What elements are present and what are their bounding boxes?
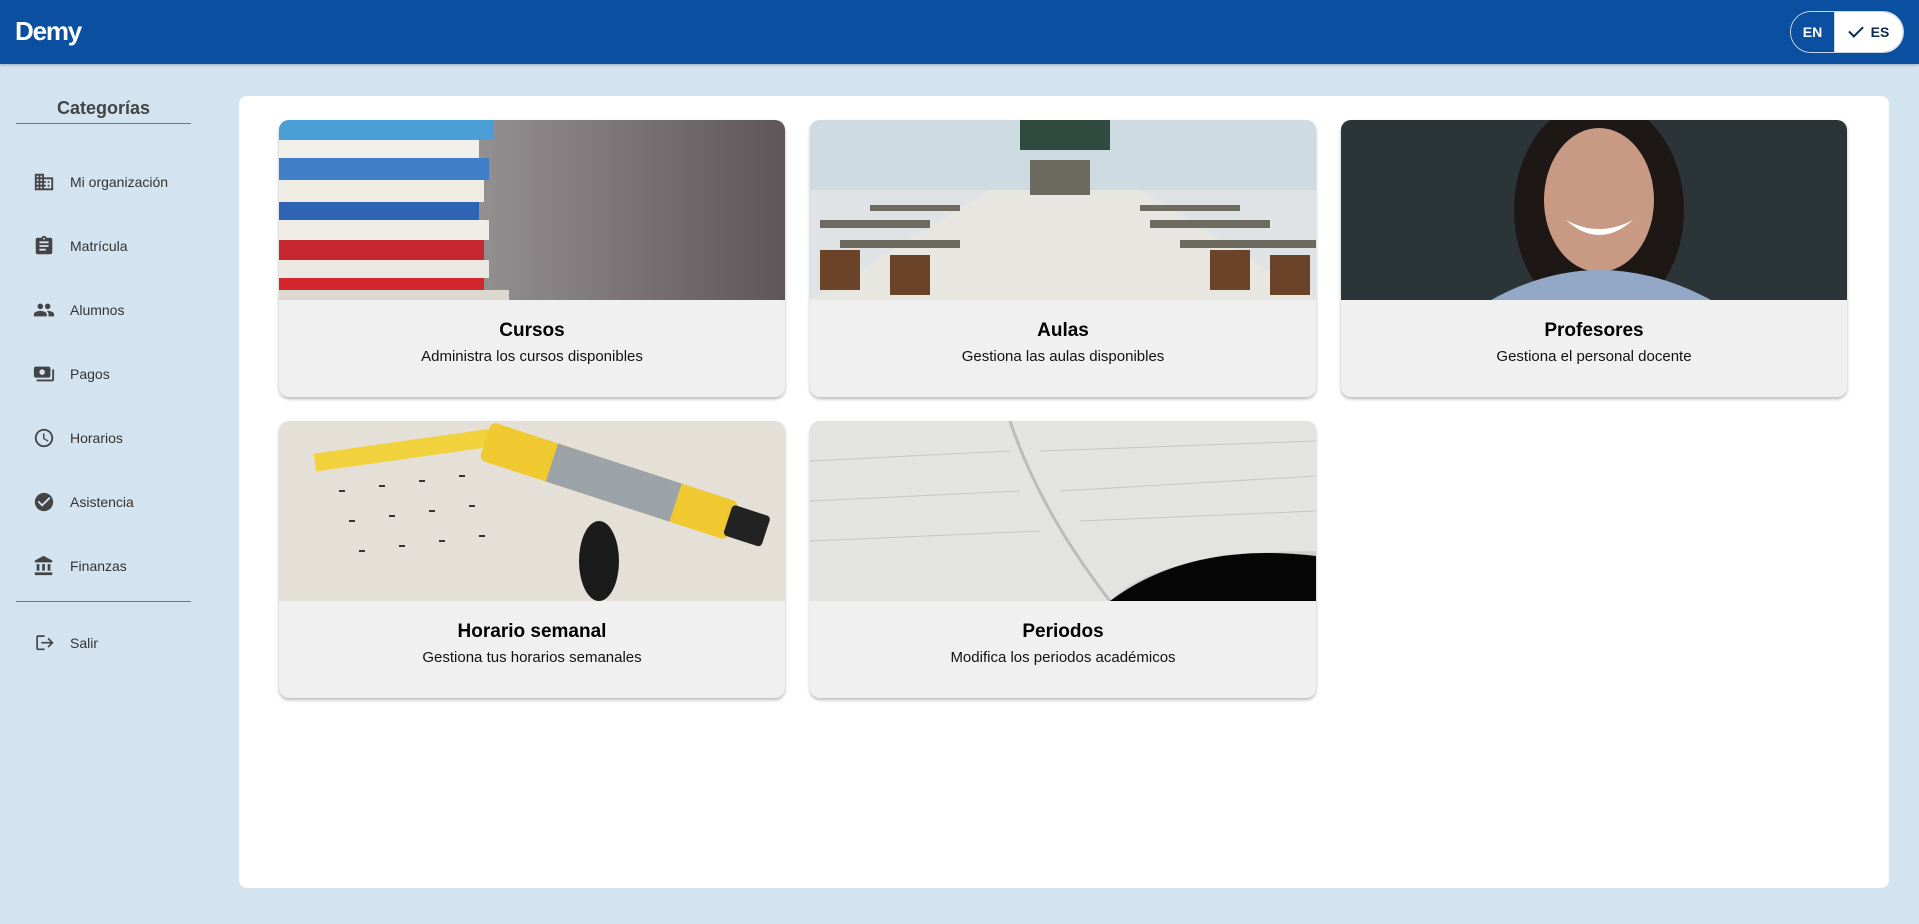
card-description: Gestiona las aulas disponibles [961,348,1165,365]
divider [16,123,191,124]
sidebar-item-label: Salir [70,635,99,651]
sidebar-item-pagos[interactable]: Pagos [32,354,202,394]
sidebar-item-label: Pagos [70,366,110,382]
clipboard-icon [32,234,56,258]
sidebar-title: Categorías [56,98,151,118]
language-es-button[interactable]: ES [1835,12,1903,52]
sidebar-item-matricula[interactable]: Matrícula [32,226,202,266]
sidebar-item-label: Finanzas [70,558,127,574]
sidebar-item-asistencia[interactable]: Asistencia [32,482,202,522]
sidebar-item-label: Matrícula [70,238,128,254]
top-app-bar: Demy EN ES [0,0,1919,64]
calendar-marker-image [279,421,785,601]
books-image [279,120,785,300]
sidebar-item-finanzas[interactable]: Finanzas [32,546,202,586]
clock-icon [32,426,56,450]
sidebar-item-salir[interactable]: Salir [32,623,202,663]
sidebar-item-alumnos[interactable]: Alumnos [32,290,202,330]
card-horario-semanal[interactable]: Horario semanal Gestiona tus horarios se… [279,421,785,698]
sidebar: Categorías Mi organización Matrícula Alu… [16,64,191,924]
check-icon [1847,22,1864,38]
people-icon [32,298,56,322]
main-content-panel: Cursos Administra los cursos disponibles [239,96,1889,888]
sidebar-item-label: Mi organización [70,174,169,190]
teacher-photo-image [1341,120,1847,300]
divider [16,601,191,602]
classroom-image [810,120,1316,300]
payments-icon [32,362,56,386]
card-profesores[interactable]: Profesores Gestiona el personal docente [1341,120,1847,397]
card-periodos[interactable]: Periodos Modifica los periodos académico… [810,421,1316,698]
card-aulas[interactable]: Aulas Gestiona las aulas disponibles [810,120,1316,397]
card-title: Periodos [1022,621,1104,642]
bank-icon [32,554,56,578]
sidebar-item-label: Horarios [70,430,123,446]
logout-icon [32,631,56,655]
planner-image [810,421,1316,601]
card-title: Horario semanal [457,621,607,642]
card-description: Gestiona el personal docente [1496,348,1692,365]
language-es-label: ES [1870,24,1890,40]
language-en-button[interactable]: EN [1791,12,1835,52]
check-circle-icon [32,490,56,514]
language-toggle: EN ES [1790,11,1904,53]
brand-logo[interactable]: Demy [15,16,82,47]
card-title: Cursos [499,320,565,341]
sidebar-item-label: Alumnos [70,302,125,318]
sidebar-item-horarios[interactable]: Horarios [32,418,202,458]
card-description: Administra los cursos disponibles [421,348,643,365]
sidebar-item-label: Asistencia [70,494,134,510]
card-description: Modifica los periodos académicos [950,649,1176,666]
card-title: Profesores [1544,320,1644,341]
card-cursos[interactable]: Cursos Administra los cursos disponibles [279,120,785,397]
card-description: Gestiona tus horarios semanales [422,649,642,666]
sidebar-item-mi-organizacion[interactable]: Mi organización [32,162,202,202]
building-icon [32,170,56,194]
card-title: Aulas [1037,320,1089,341]
